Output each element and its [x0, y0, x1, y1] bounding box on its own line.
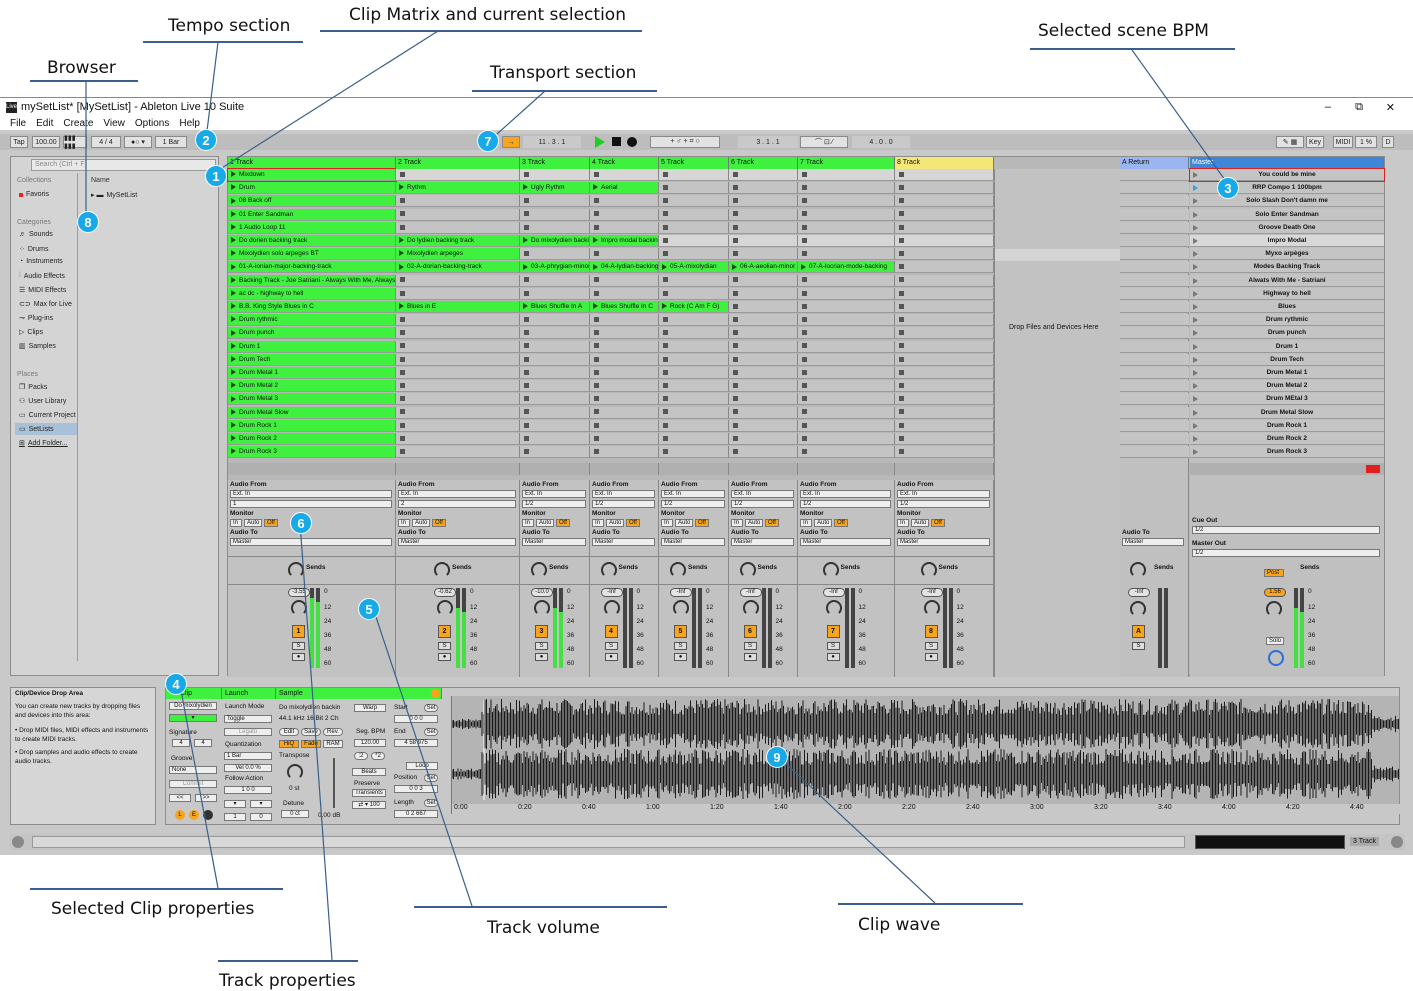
badge-9: 9 [766, 746, 788, 768]
badge-7: 7 [477, 130, 499, 152]
badge-1: 1 [205, 165, 227, 187]
badge-3: 3 [1217, 177, 1239, 199]
badge-6: 6 [290, 512, 312, 534]
badge-8: 8 [77, 211, 99, 233]
badge-4: 4 [165, 673, 187, 695]
badge-2: 2 [195, 129, 217, 151]
badge-5: 5 [358, 598, 380, 620]
